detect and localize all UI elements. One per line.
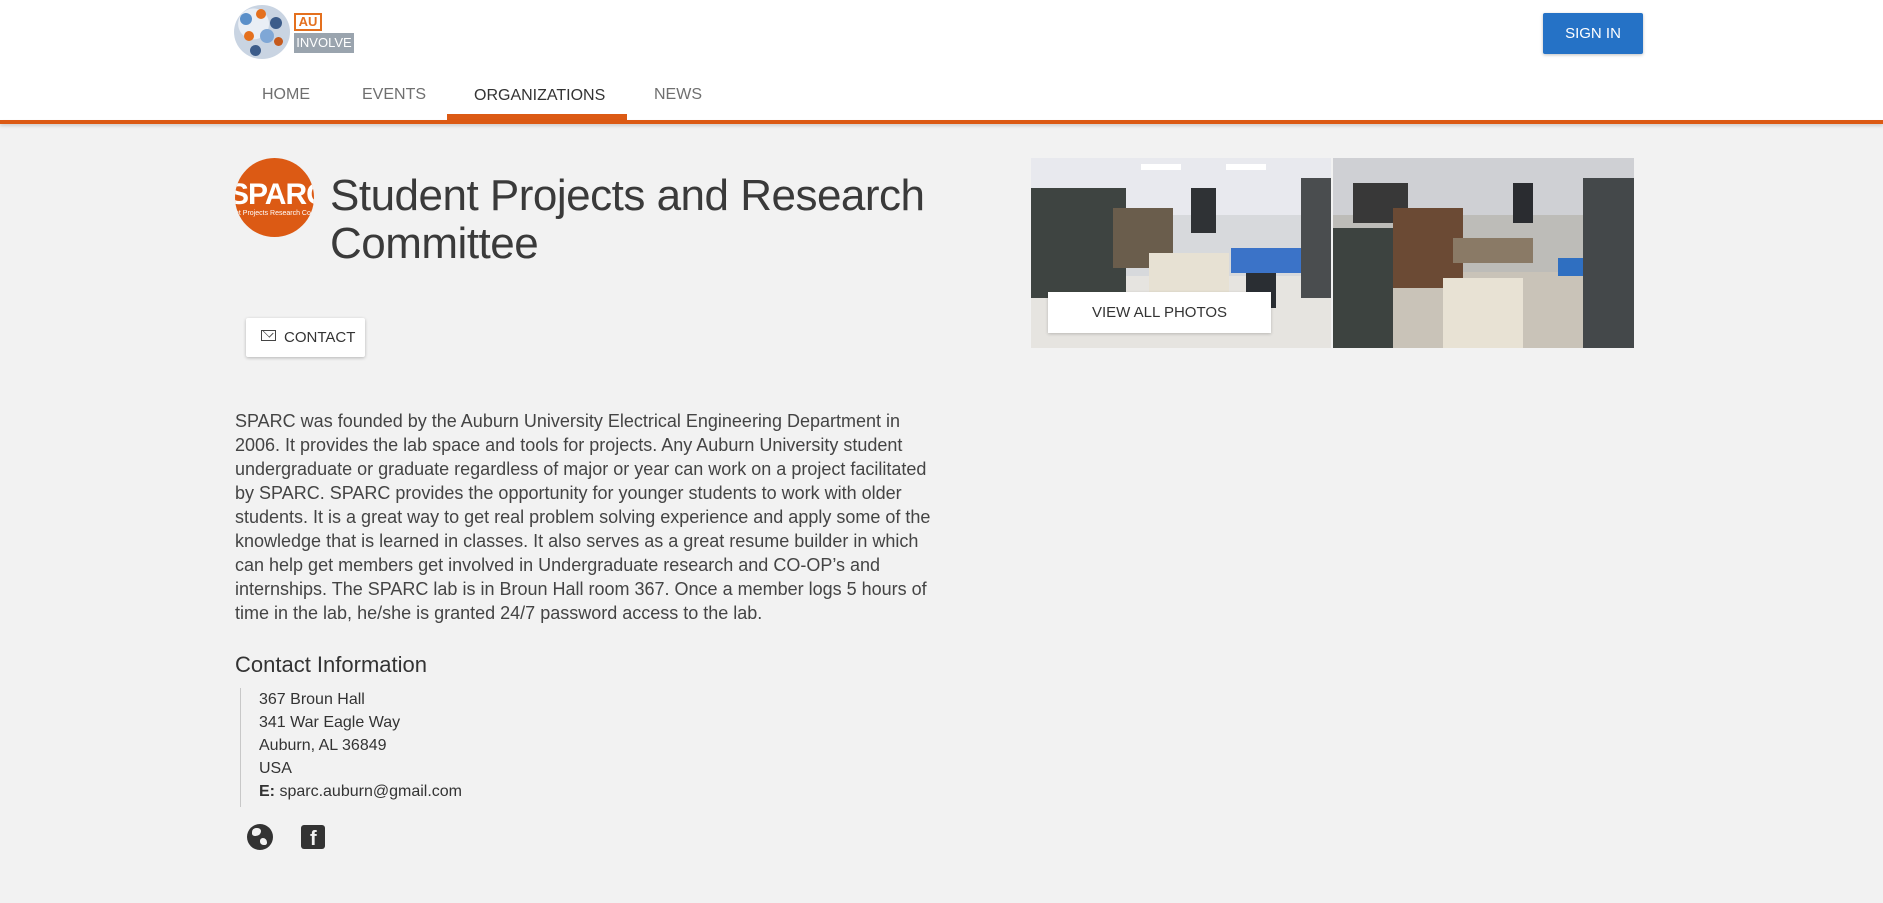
org-avatar-text: SPARC [235, 178, 314, 211]
address-line: USA [259, 760, 292, 777]
view-all-photos-button[interactable]: VIEW ALL PHOTOS [1048, 292, 1271, 333]
au-involve-logo[interactable]: AU INVOLVE [234, 3, 358, 59]
envelope-icon [261, 330, 276, 341]
photo-gallery: VIEW ALL PHOTOS [1031, 158, 1634, 348]
email-label: E: [259, 783, 275, 800]
contact-button-label: CONTACT [284, 329, 356, 346]
nav-home[interactable]: HOME [262, 86, 310, 104]
nav-organizations[interactable]: ORGANIZATIONS [474, 87, 605, 105]
sign-in-button[interactable]: SIGN IN [1543, 13, 1643, 54]
address-line: 367 Broun Hall [259, 691, 365, 708]
contact-info-block: 367 Broun Hall 341 War Eagle Way Auburn,… [240, 688, 462, 807]
page-title: Student Projects and Research Committee [330, 171, 925, 268]
contact-info-heading: Contact Information [235, 652, 427, 677]
header-accent-bar [0, 120, 1883, 124]
email-line: E: sparc.auburn@gmail.com [259, 780, 462, 803]
globe-icon[interactable] [247, 824, 273, 850]
logo-au-badge: AU [294, 13, 322, 31]
site-header: AU INVOLVE SIGN IN HOME EVENTS ORGANIZAT… [0, 0, 1883, 120]
logo-emblem [234, 5, 290, 59]
address-line: Auburn, AL 36849 [259, 737, 387, 754]
facebook-icon[interactable]: f [301, 825, 325, 850]
contact-button[interactable]: CONTACT [246, 318, 365, 357]
nav-news[interactable]: NEWS [654, 86, 702, 104]
org-avatar: SPARC nt Projects Research Co [235, 158, 314, 237]
logo-involve-wordmark: INVOLVE [294, 33, 354, 53]
address-line: 341 War Eagle Way [259, 714, 401, 731]
email-link[interactable]: sparc.auburn@gmail.com [279, 783, 462, 800]
org-avatar-subtext: nt Projects Research Co [235, 210, 311, 217]
lab-photo-2[interactable] [1333, 158, 1634, 348]
org-description: SPARC was founded by the Auburn Universi… [235, 411, 931, 623]
nav-events[interactable]: EVENTS [362, 86, 426, 104]
